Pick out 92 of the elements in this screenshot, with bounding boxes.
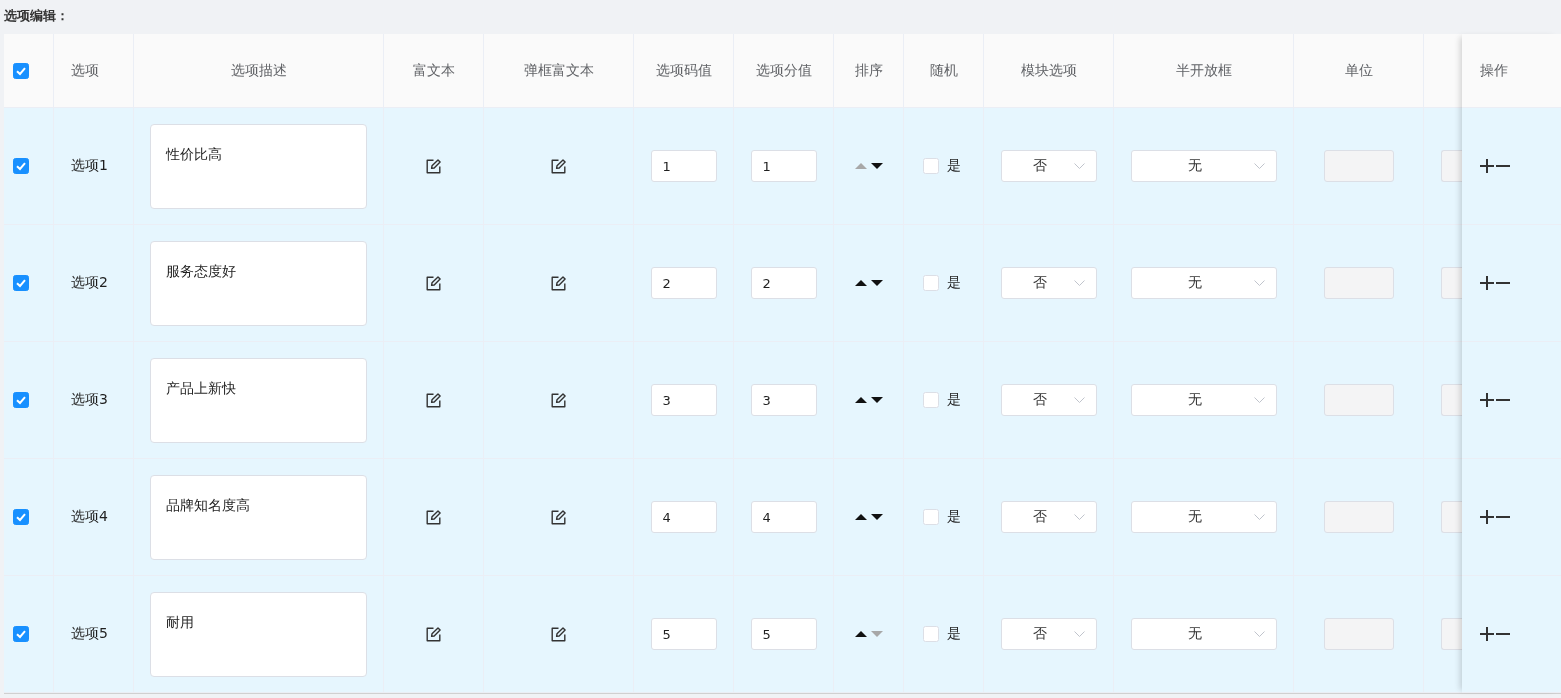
header-checkbox[interactable] [13, 62, 29, 79]
random-checkbox[interactable] [922, 509, 939, 525]
half-open-select[interactable]: 无 [1130, 267, 1277, 299]
edit-icon[interactable] [426, 392, 441, 408]
edit-icon[interactable] [551, 509, 566, 525]
column-header: 选项分值 [755, 61, 812, 80]
triangle-down-icon[interactable] [870, 280, 883, 286]
column-header: 排序 [854, 61, 883, 80]
column-header: 选项码值 [655, 61, 712, 80]
half-open-select[interactable]: 无 [1130, 501, 1277, 533]
option-name: 选项4 [71, 508, 108, 526]
plus-icon[interactable] [1480, 276, 1494, 290]
edit-icon[interactable] [426, 509, 441, 525]
row-checkbox[interactable] [13, 392, 29, 408]
chevron-down-icon [1073, 514, 1085, 520]
module-select[interactable]: 否 [1000, 618, 1097, 650]
triangle-down-icon[interactable] [870, 514, 883, 520]
column-header: 富文本 [412, 61, 455, 80]
description-field[interactable]: 产品上新快 [150, 357, 367, 443]
column-header: 选项描述 [230, 61, 287, 80]
option-name: 选项3 [71, 391, 108, 409]
chevron-down-icon [1073, 163, 1085, 169]
edit-icon[interactable] [551, 158, 566, 174]
code-input[interactable]: 3 [650, 384, 717, 416]
code-input[interactable]: 4 [650, 501, 717, 533]
column-header: 随机 [929, 61, 958, 80]
chevron-down-icon [1253, 514, 1265, 520]
triangle-up-icon[interactable] [854, 397, 867, 403]
checkbox-label[interactable]: 是 [946, 508, 961, 526]
half-open-select[interactable]: 无 [1130, 384, 1277, 416]
checkbox-label[interactable]: 是 [946, 157, 961, 175]
option-name: 选项5 [71, 625, 108, 643]
checkbox-label[interactable]: 是 [946, 625, 961, 643]
plus-icon[interactable] [1480, 393, 1494, 407]
module-select[interactable]: 否 [1000, 267, 1097, 299]
checkbox-label[interactable]: 是 [946, 274, 961, 292]
chevron-down-icon [1253, 280, 1265, 286]
triangle-down-icon[interactable] [870, 163, 883, 169]
column-header: 弹框富文本 [523, 61, 594, 80]
module-select[interactable]: 否 [1000, 150, 1097, 182]
chevron-down-icon [1253, 631, 1265, 637]
edit-icon[interactable] [426, 275, 441, 291]
random-checkbox[interactable] [922, 392, 939, 408]
module-select[interactable]: 否 [1000, 501, 1097, 533]
edit-icon[interactable] [426, 158, 441, 174]
chevron-down-icon [1073, 631, 1085, 637]
random-checkbox[interactable] [922, 275, 939, 291]
chevron-down-icon [1253, 163, 1265, 169]
chevron-down-icon [1073, 397, 1085, 403]
triangle-down-icon[interactable] [870, 397, 883, 403]
edit-icon[interactable] [551, 626, 566, 642]
score-input[interactable]: 2 [750, 267, 817, 299]
half-open-select[interactable]: 无 [1130, 618, 1277, 650]
chevron-down-icon [1073, 280, 1085, 286]
score-input[interactable]: 3 [750, 384, 817, 416]
plus-icon[interactable] [1480, 159, 1494, 173]
checkbox-label[interactable]: 是 [946, 391, 961, 409]
code-input[interactable]: 1 [650, 150, 717, 182]
score-input[interactable]: 5 [750, 618, 817, 650]
row-checkbox[interactable] [13, 275, 29, 291]
description-field[interactable]: 品牌知名度高 [150, 474, 367, 560]
description-field[interactable]: 性价比高 [150, 123, 367, 209]
triangle-up-icon[interactable] [854, 280, 867, 286]
column-header: 操作 [1480, 61, 1508, 80]
random-checkbox[interactable] [922, 158, 939, 174]
description-field[interactable]: 服务态度好 [150, 240, 367, 326]
random-checkbox[interactable] [922, 626, 939, 642]
section-title: 选项编辑： [4, 8, 69, 23]
code-input[interactable]: 2 [650, 267, 717, 299]
module-select[interactable]: 否 [1000, 384, 1097, 416]
triangle-up-icon[interactable] [854, 631, 867, 637]
row-checkbox[interactable] [13, 509, 29, 525]
column-header: 模块选项 [1020, 61, 1077, 80]
column-header: 单位 [1344, 61, 1373, 80]
edit-icon[interactable] [426, 626, 441, 642]
score-input[interactable]: 1 [750, 150, 817, 182]
half-open-select[interactable]: 无 [1130, 150, 1277, 182]
description-field[interactable]: 耐用 [150, 591, 367, 677]
code-input[interactable]: 5 [650, 618, 717, 650]
option-name: 选项1 [71, 157, 108, 175]
plus-icon[interactable] [1480, 510, 1494, 524]
chevron-down-icon [1253, 397, 1265, 403]
plus-icon[interactable] [1480, 627, 1494, 641]
score-input[interactable]: 4 [750, 501, 817, 533]
triangle-up-icon[interactable] [854, 514, 867, 520]
row-checkbox[interactable] [13, 626, 29, 642]
option-name: 选项2 [71, 274, 108, 292]
column-header: 选项 [71, 61, 99, 80]
column-header: 半开放框 [1175, 61, 1232, 80]
edit-icon[interactable] [551, 275, 566, 291]
row-checkbox[interactable] [13, 158, 29, 174]
edit-icon[interactable] [551, 392, 566, 408]
